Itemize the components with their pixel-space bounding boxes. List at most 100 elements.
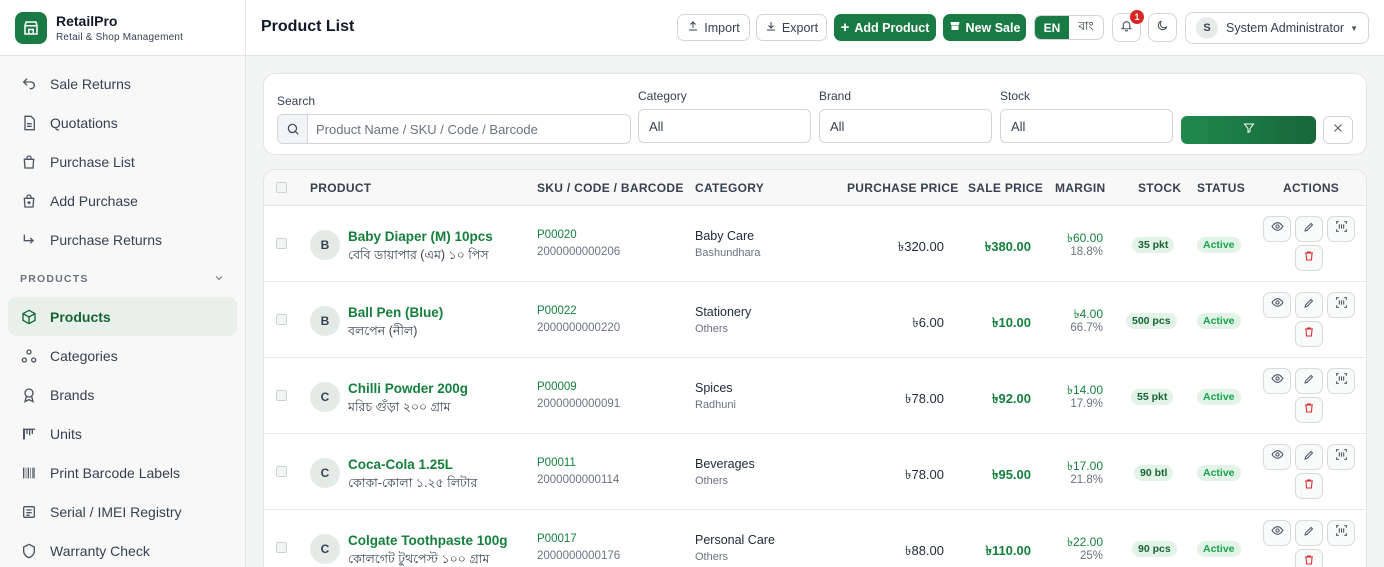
product-name-link[interactable]: Coca-Cola 1.25L bbox=[348, 457, 453, 472]
barcode-button[interactable] bbox=[1327, 292, 1355, 318]
sidebar-item-serial-imei-registry[interactable]: Serial / IMEI Registry bbox=[8, 492, 237, 531]
sidebar-item-quotations[interactable]: Quotations bbox=[8, 103, 237, 142]
purchase-price: ৳78.00 bbox=[904, 391, 944, 406]
barcode-button[interactable] bbox=[1327, 520, 1355, 546]
filter-icon bbox=[1242, 121, 1255, 139]
sidebar-item-sale-returns[interactable]: Sale Returns bbox=[8, 64, 237, 103]
category-select[interactable]: All bbox=[638, 109, 811, 143]
product-avatar: C bbox=[310, 382, 340, 412]
sale-price: ৳10.00 bbox=[991, 315, 1031, 330]
delete-button[interactable] bbox=[1295, 397, 1323, 423]
user-menu[interactable]: S System Administrator ▼ bbox=[1185, 12, 1369, 44]
product-name-link[interactable]: Ball Pen (Blue) bbox=[348, 305, 443, 320]
sidebar-item-label: Products bbox=[50, 308, 111, 325]
barcode-button[interactable] bbox=[1327, 368, 1355, 394]
caret-down-icon: ▼ bbox=[1350, 23, 1358, 33]
col-sku: SKU / CODE / BARCODE bbox=[537, 181, 684, 195]
export-button[interactable]: Export bbox=[756, 14, 827, 41]
new-sale-button[interactable]: New Sale bbox=[943, 14, 1026, 41]
apply-filter-button[interactable] bbox=[1181, 116, 1316, 144]
margin-percent: 66.7% bbox=[1070, 322, 1103, 334]
view-button[interactable] bbox=[1263, 292, 1291, 318]
chevron-down-icon bbox=[213, 272, 225, 287]
view-button[interactable] bbox=[1263, 216, 1291, 242]
edit-button[interactable] bbox=[1295, 368, 1323, 394]
eye-icon bbox=[1270, 220, 1284, 238]
view-button[interactable] bbox=[1263, 444, 1291, 470]
stock-badge: 90 btl bbox=[1134, 465, 1174, 481]
plus-icon: + bbox=[840, 19, 850, 36]
edit-button[interactable] bbox=[1295, 216, 1323, 242]
select-all-checkbox[interactable] bbox=[276, 182, 287, 193]
sidebar-item-purchase-list[interactable]: Purchase List bbox=[8, 142, 237, 181]
row-checkbox[interactable] bbox=[276, 390, 287, 401]
add-product-button[interactable]: + Add Product bbox=[834, 14, 936, 41]
section-label: PRODUCTS bbox=[20, 273, 89, 285]
badge-icon bbox=[20, 386, 38, 404]
table-row: C Colgate Toothpaste 100g কোলগেট টুথপেস্… bbox=[264, 511, 1366, 567]
scan-barcode-icon bbox=[1335, 296, 1348, 314]
edit-button[interactable] bbox=[1295, 520, 1323, 546]
delete-button[interactable] bbox=[1295, 549, 1323, 567]
theme-toggle-button[interactable] bbox=[1148, 13, 1177, 42]
lang-en-button[interactable]: EN bbox=[1035, 16, 1069, 39]
product-name-link[interactable]: Chilli Powder 200g bbox=[348, 381, 468, 396]
product-barcode: 2000000000206 bbox=[537, 246, 621, 258]
barcode-button[interactable] bbox=[1327, 444, 1355, 470]
sidebar-item-purchase-returns[interactable]: Purchase Returns bbox=[8, 220, 237, 259]
eye-icon bbox=[1270, 448, 1284, 466]
clear-filter-button[interactable] bbox=[1323, 116, 1353, 144]
delete-button[interactable] bbox=[1295, 473, 1323, 499]
product-brand: Radhuni bbox=[695, 399, 736, 411]
product-name-link[interactable]: Colgate Toothpaste 100g bbox=[348, 533, 508, 548]
sidebar-item-products[interactable]: Products bbox=[8, 297, 237, 336]
delete-button[interactable] bbox=[1295, 245, 1323, 271]
sidebar-item-label: Sale Returns bbox=[50, 75, 131, 92]
sidebar-item-label: Brands bbox=[50, 386, 95, 403]
row-checkbox[interactable] bbox=[276, 314, 287, 325]
sidebar-item-units[interactable]: Units bbox=[8, 414, 237, 453]
import-button[interactable]: Import bbox=[677, 14, 750, 41]
edit-button[interactable] bbox=[1295, 292, 1323, 318]
search-input[interactable]: Product Name / SKU / Code / Barcode bbox=[277, 114, 631, 144]
status-badge: Active bbox=[1197, 465, 1241, 481]
sale-price: ৳92.00 bbox=[991, 391, 1031, 406]
row-checkbox[interactable] bbox=[276, 542, 287, 553]
barcode-icon bbox=[20, 464, 38, 482]
product-sku: P00017 bbox=[537, 533, 577, 545]
product-avatar: B bbox=[310, 230, 340, 260]
product-name-bn: কোকা-কোলা ১.২৫ লিটার bbox=[348, 476, 478, 490]
lang-bn-button[interactable]: বাং bbox=[1069, 16, 1103, 39]
sale-price: ৳95.00 bbox=[991, 467, 1031, 482]
purchase-price: ৳320.00 bbox=[897, 239, 944, 254]
row-checkbox[interactable] bbox=[276, 238, 287, 249]
sidebar-item-print-barcode-labels[interactable]: Print Barcode Labels bbox=[8, 453, 237, 492]
pencil-icon bbox=[1303, 524, 1315, 542]
upload-icon bbox=[687, 20, 699, 35]
sidebar-item-categories[interactable]: Categories bbox=[8, 336, 237, 375]
eye-icon bbox=[1270, 524, 1284, 542]
barcode-button[interactable] bbox=[1327, 216, 1355, 242]
sidebar-item-add-purchase[interactable]: Add Purchase bbox=[8, 181, 237, 220]
view-button[interactable] bbox=[1263, 368, 1291, 394]
sidebar-section-products[interactable]: PRODUCTS bbox=[0, 261, 245, 297]
product-name-link[interactable]: Baby Diaper (M) 10pcs bbox=[348, 229, 493, 244]
edit-button[interactable] bbox=[1295, 444, 1323, 470]
stock-select[interactable]: All bbox=[1000, 109, 1173, 143]
row-checkbox[interactable] bbox=[276, 466, 287, 477]
col-status: STATUS bbox=[1197, 181, 1246, 195]
pencil-icon bbox=[1303, 448, 1315, 466]
view-button[interactable] bbox=[1263, 520, 1291, 546]
notifications-button[interactable]: 1 bbox=[1112, 10, 1144, 42]
trash-icon bbox=[1303, 325, 1315, 343]
brand-select[interactable]: All bbox=[819, 109, 992, 143]
product-name-bn: বলপেন (নীল) bbox=[348, 324, 418, 338]
delete-button[interactable] bbox=[1295, 321, 1323, 347]
moon-icon bbox=[1156, 19, 1169, 37]
sidebar-item-brands[interactable]: Brands bbox=[8, 375, 237, 414]
sidebar-item-label: Add Purchase bbox=[50, 192, 138, 209]
sidebar-item-warranty-check[interactable]: Warranty Check bbox=[8, 531, 237, 567]
table-row: B Ball Pen (Blue) বলপেন (নীল) P00022 200… bbox=[264, 283, 1366, 358]
col-purchase-price: PURCHASE PRICE bbox=[847, 181, 959, 195]
sidebar-item-label: Purchase List bbox=[50, 153, 135, 170]
